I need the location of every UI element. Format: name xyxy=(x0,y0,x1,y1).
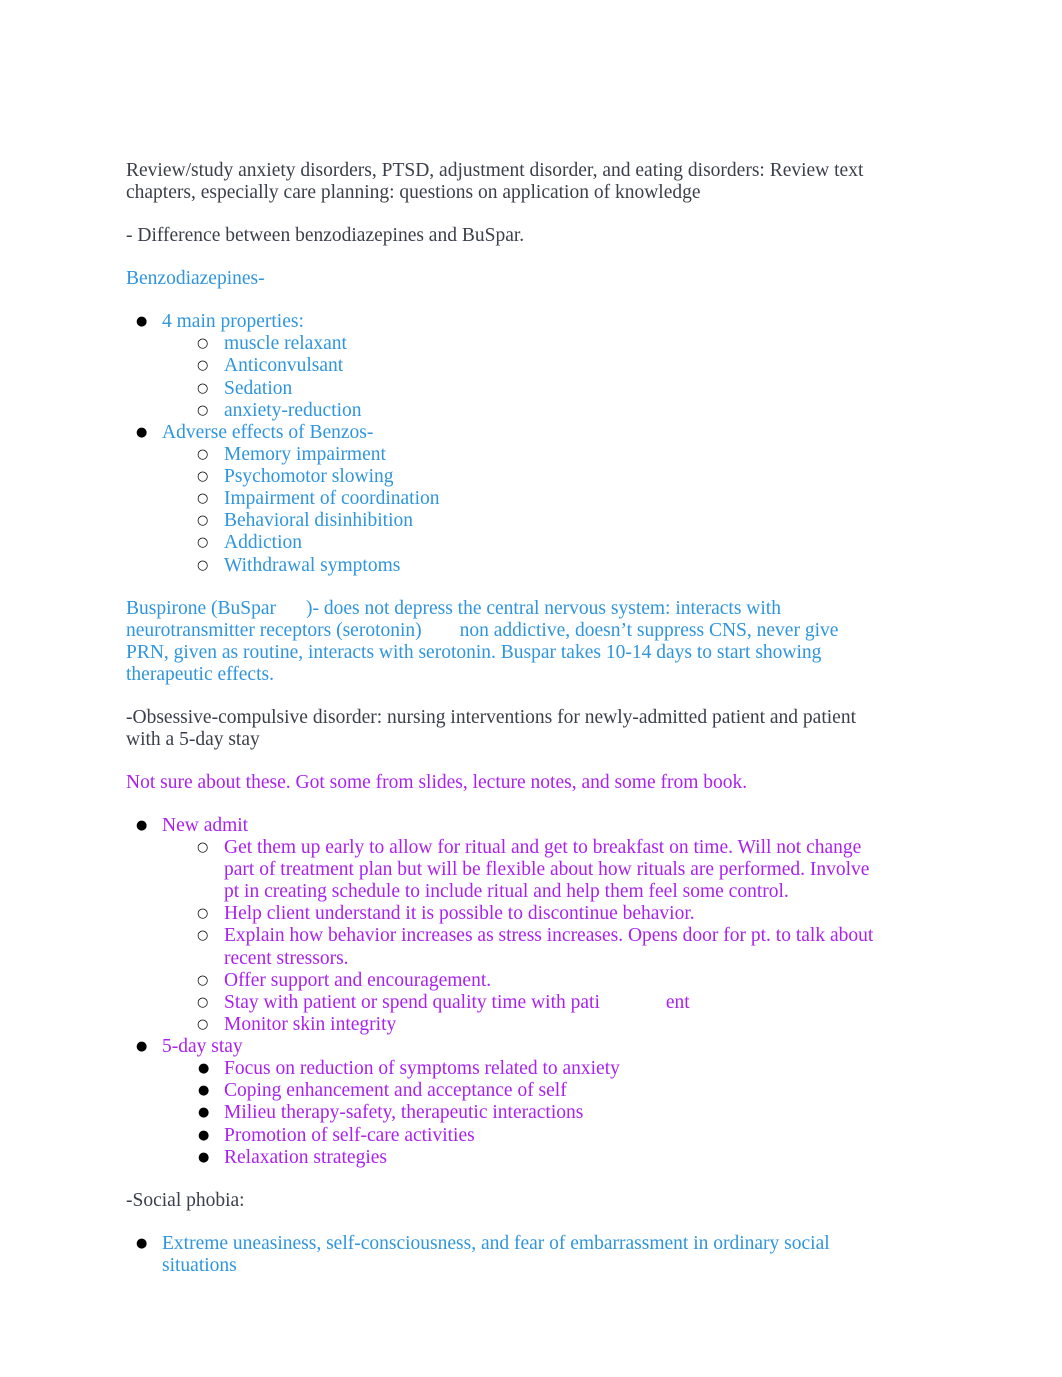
list-item-label: 4 main properties: xyxy=(162,311,304,333)
adverse-effects-sublist: Memory impairment Psychomotor slowing Im… xyxy=(162,444,876,577)
list-item-label: 5-day stay xyxy=(162,1036,243,1058)
list-item: anxiety-reduction xyxy=(197,400,876,422)
list-item: Offer support and encouragement. xyxy=(197,970,876,992)
buspirone-text-part-1: Buspirone (BuSpar xyxy=(126,597,277,619)
list-item: Relaxation strategies xyxy=(198,1147,876,1169)
list-item: New admit Get them up early to allow for… xyxy=(136,814,876,1037)
document-page: Review/study anxiety disorders, PTSD, ad… xyxy=(0,0,1062,1377)
list-item: Promotion of self-care activities xyxy=(198,1125,876,1147)
list-item: Explain how behavior increases as stress… xyxy=(197,925,876,969)
social-phobia-list: Extreme uneasiness, self-consciousness, … xyxy=(126,1233,876,1277)
list-item: Milieu therapy-safety, therapeutic inter… xyxy=(198,1102,876,1124)
benzodiazepines-heading: Benzodiazepines- xyxy=(126,268,265,290)
list-item: Memory impairment xyxy=(197,444,876,466)
list-item: Psychomotor slowing xyxy=(197,466,876,488)
list-item: Sedation xyxy=(197,378,876,400)
list-item-label: Adverse effects of Benzos- xyxy=(162,421,374,443)
ocd-list: New admit Get them up early to allow for… xyxy=(126,815,876,1169)
list-item: Anticonvulsant xyxy=(197,355,876,377)
intro-paragraph-1: Review/study anxiety disorders, PTSD, ad… xyxy=(126,160,864,204)
list-item: 5-day stay Focus on reduction of symptom… xyxy=(136,1036,876,1169)
five-day-stay-sublist: Focus on reduction of symptoms related t… xyxy=(162,1058,876,1169)
buspirone-paragraph: Buspirone (BuSpar)- does not depress the… xyxy=(126,598,876,686)
split-item-part-2: ent xyxy=(665,991,690,1013)
list-item-split: Stay with patient or spend quality time … xyxy=(197,991,876,1014)
list-item: Addiction xyxy=(197,532,876,554)
list-item: Adverse effects of Benzos- Memory impair… xyxy=(136,421,876,577)
list-item: Help client understand it is possible to… xyxy=(197,903,876,925)
social-phobia-heading: -Social phobia: xyxy=(126,1189,245,1211)
list-item: Get them up early to allow for ritual an… xyxy=(197,837,876,903)
list-item: Impairment of coordination xyxy=(197,488,876,510)
list-item: 4 main properties: muscle relaxant Antic… xyxy=(136,311,876,422)
intro-paragraph-2: - Difference between benzodiazepines and… xyxy=(126,225,525,247)
split-item-part-1: Stay with patient or spend quality time … xyxy=(224,991,600,1013)
ocd-note: Not sure about these. Got some from slid… xyxy=(126,771,748,793)
list-item: Behavioral disinhibition xyxy=(197,510,876,532)
list-item: Extreme uneasiness, self-consciousness, … xyxy=(136,1233,876,1277)
list-item: muscle relaxant xyxy=(197,333,876,355)
list-item: Focus on reduction of symptoms related t… xyxy=(198,1058,876,1080)
list-item: Monitor skin integrity xyxy=(197,1014,876,1036)
main-properties-sublist: muscle relaxant Anticonvulsant Sedation … xyxy=(162,333,876,422)
list-item-label: New admit xyxy=(162,814,249,836)
list-item: Coping enhancement and acceptance of sel… xyxy=(198,1080,876,1102)
benzodiazepines-list: 4 main properties: muscle relaxant Antic… xyxy=(126,311,876,577)
ocd-heading: -Obsessive-compulsive disorder: nursing … xyxy=(126,706,856,750)
list-item: Withdrawal symptoms xyxy=(197,555,876,577)
new-admit-sublist: Get them up early to allow for ritual an… xyxy=(162,837,876,1036)
